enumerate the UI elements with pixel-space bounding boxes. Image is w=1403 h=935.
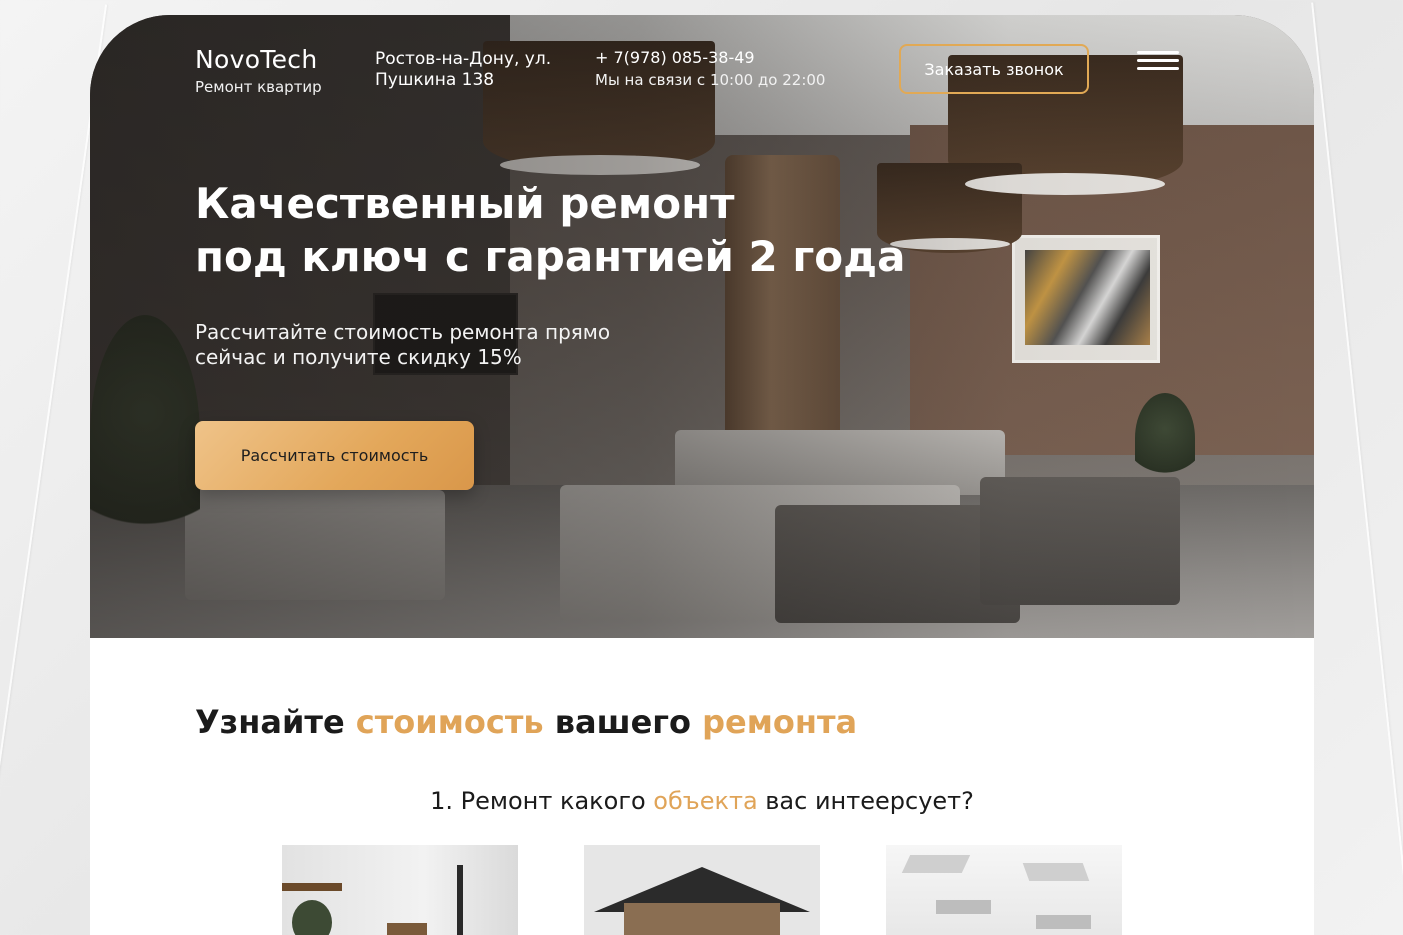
address-line: Ростов-на-Дону, ул. [375,49,552,69]
brand-name: NovoTech [195,45,318,74]
option-photo-ceiling-panel [936,900,991,914]
option-photo-frame [387,923,427,935]
address-line: Пушкина 138 [375,70,495,90]
object-option-house[interactable] [584,845,820,935]
hero-section: NovoTech Ремонт квартир Ростов-на-Дону, … [90,15,1314,638]
contact-block: + 7(978) 085-38-49 Мы на связи с 10:00 д… [595,48,825,89]
address-block: Ростов-на-Дону, ул. Пушкина 138 [375,49,575,91]
option-photo-shelf [282,883,342,891]
callback-button[interactable]: Заказать звонок [899,44,1089,94]
option-photo-ceiling-panel [901,855,971,873]
brand-logo[interactable]: NovoTech Ремонт квартир [195,45,322,96]
option-photo-ceiling-panel [1036,915,1091,929]
hero-title-line: под ключ с гарантией 2 года [195,232,906,281]
question-text: вас интеерсует? [757,787,974,815]
question-accent: объекта [653,787,758,815]
object-option-apartment[interactable] [282,845,518,935]
hamburger-icon[interactable] [1137,51,1179,71]
option-photo-ceiling-panel [1022,863,1090,881]
landing-page-card: NovoTech Ремонт квартир Ростов-на-Дону, … [90,15,1314,935]
hero-title: Качественный ремонт под ключ с гарантией… [195,177,915,283]
hero-subtitle-line: сейчас и получите скидку 15% [195,345,522,369]
calculator-title-text: Узнайте [195,703,356,741]
hero-title-line: Качественный ремонт [195,179,735,228]
calculator-question: 1. Ремонт какого объекта вас интеерсует? [90,787,1314,815]
question-text: 1. Ремонт какого [430,787,654,815]
option-photo-facade [624,903,780,935]
option-photo-door [457,865,463,935]
working-hours: Мы на связи с 10:00 до 22:00 [595,71,826,89]
hero-subtitle: Рассчитайте стоимость ремонта прямо сейч… [195,320,635,370]
phone-link[interactable]: + 7(978) 085-38-49 [595,48,825,67]
calculate-cost-button[interactable]: Рассчитать стоимость [195,421,474,490]
background-crease [1311,2,1403,933]
brand-subtitle: Ремонт квартир [195,78,322,96]
object-option-office[interactable] [886,845,1122,935]
calculator-title-accent: стоимость [355,703,544,741]
calculator-title-text: вашего [543,703,703,741]
hero-subtitle-line: Рассчитайте стоимость ремонта прямо [195,320,611,344]
calculator-title-accent: ремонта [702,703,858,741]
calculator-title: Узнайте стоимость вашего ремонта [195,703,857,741]
